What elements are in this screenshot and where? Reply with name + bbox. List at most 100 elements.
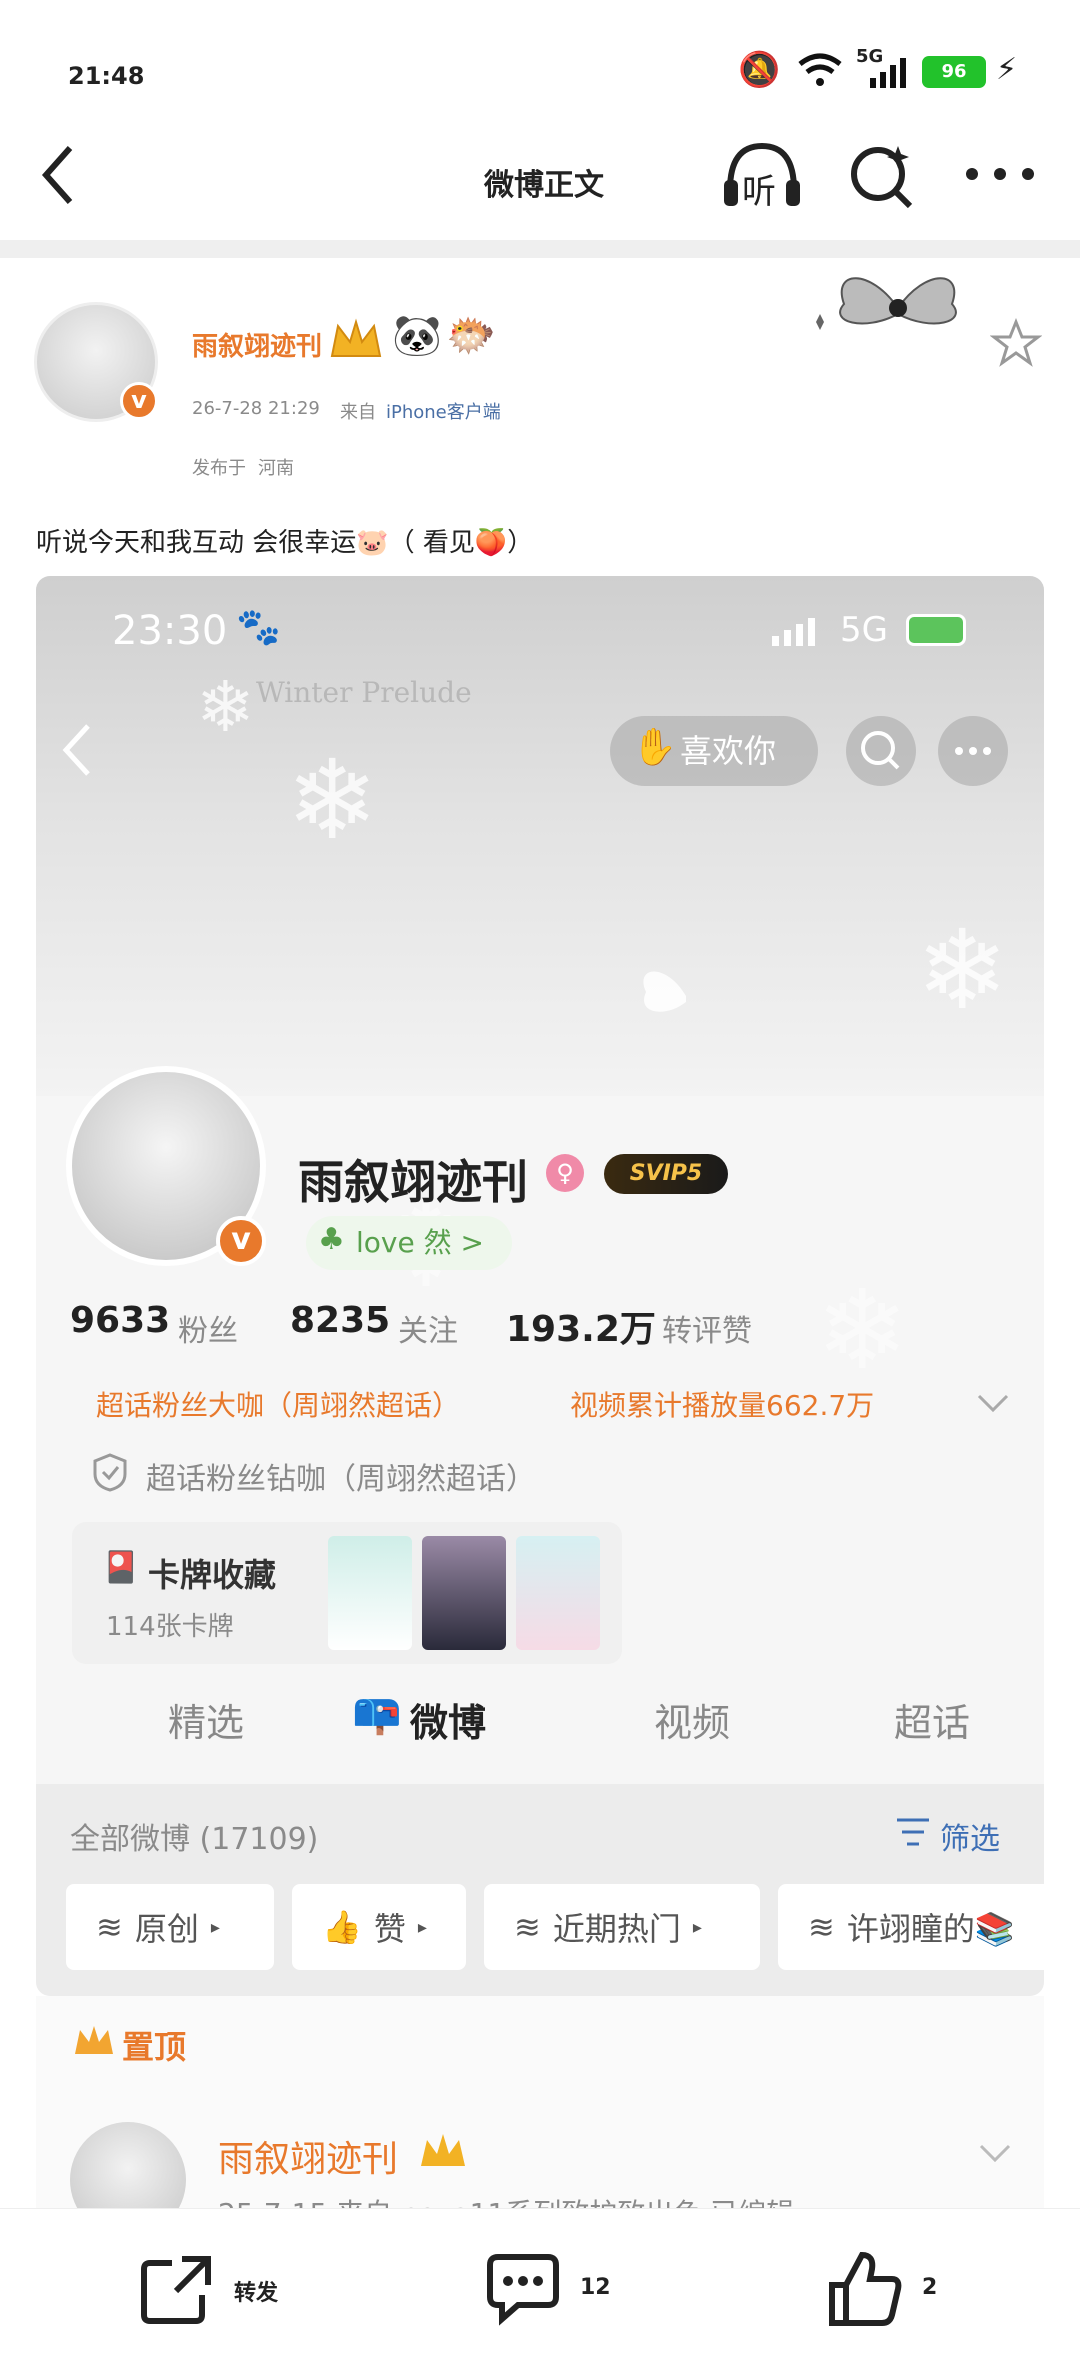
like-count: 2 xyxy=(922,2275,938,2300)
peach-emoji: 🍑 xyxy=(474,528,508,558)
snowflake-icon: ❄ xyxy=(916,906,1009,1034)
chip-original: ≋ 原创 ▸ xyxy=(66,1884,274,1970)
svip-badge: SVIP5 xyxy=(604,1154,728,1194)
like-button[interactable]: 2 xyxy=(826,2249,956,2333)
badge-superfan: 超话粉丝大咖（周翊然超话） xyxy=(96,1389,461,1422)
chip-label: 近期热门 xyxy=(552,1910,681,1948)
likes-count: 193.2万 xyxy=(506,1309,656,1350)
pinned-crown-icon xyxy=(75,2026,113,2054)
post-text-paren: （ 看见 xyxy=(388,528,475,558)
status-bar: 21:48 🔕 5G 96 ⚡ xyxy=(0,0,1080,130)
badge-video-plays: 视频累计播放量662.7万 xyxy=(570,1389,875,1422)
source-prefix: 来自 xyxy=(340,402,376,423)
paw-icon: 🐾 xyxy=(236,607,281,648)
shot-time: 23:30 xyxy=(112,608,228,654)
thumb-icon: 👍 xyxy=(322,1908,362,1946)
card-count: 114张卡牌 xyxy=(106,1612,234,1642)
action-bar: 转发 12 2 xyxy=(0,2208,1080,2372)
follow-count: 8235 xyxy=(290,1300,391,1341)
chip-recent-hot: ≋ 近期热门 ▸ xyxy=(484,1884,760,1970)
chevron-down-icon xyxy=(977,1394,1009,1413)
chevron-right-icon: ▸ xyxy=(692,1916,702,1938)
shot-name: 雨叙翊迹刊 xyxy=(298,1155,528,1209)
hand-icon: ✋ xyxy=(632,727,677,768)
card-thumb xyxy=(422,1536,506,1650)
card-icon: 🎴 xyxy=(102,1550,140,1585)
snowflake-icon: ❄ xyxy=(816,1266,909,1394)
card-thumb xyxy=(328,1536,412,1650)
comment-count: 12 xyxy=(580,2275,611,2300)
chip-likes: 👍 赞 ▸ xyxy=(292,1884,466,1970)
layers-icon: ≋ xyxy=(514,1908,541,1946)
crown-icon xyxy=(421,2134,465,2166)
listen-label: 听 xyxy=(742,172,776,212)
listen-button[interactable]: 听 xyxy=(720,140,804,212)
pig-emoji: 🐷 xyxy=(356,528,389,558)
shield-icon xyxy=(93,1453,127,1492)
chip-label: 许翊瞳的📚 xyxy=(846,1910,1015,1948)
more-icon[interactable] xyxy=(964,166,1036,182)
repost-button[interactable]: 转发 xyxy=(138,2251,298,2331)
location-name: 河南 xyxy=(258,458,294,479)
all-weibo-count: 全部微博 (17109) xyxy=(70,1822,319,1857)
panda-icon: 🐼 xyxy=(392,313,442,359)
butterfly-icon xyxy=(643,971,686,1012)
tab-video: 视频 xyxy=(654,1701,731,1745)
repost-label: 转发 xyxy=(234,2281,279,2306)
source-link[interactable]: iPhone客户端 xyxy=(386,398,501,424)
badge-diamond-fan: 超话粉丝钻咖（周翊然超话） xyxy=(146,1462,536,1497)
card-thumb xyxy=(516,1536,600,1650)
tab-featured: 精选 xyxy=(168,1701,245,1745)
shot-verified-badge: v xyxy=(216,1216,266,1266)
thumbs-up-icon xyxy=(829,2251,902,2326)
chip-user: ≋ 许翊瞳的📚 xyxy=(778,1884,1044,1970)
shot-network: 5G xyxy=(840,610,888,650)
crown-icon xyxy=(330,318,382,357)
fish-icon: 🐡 xyxy=(446,313,496,359)
layers-icon: ≋ xyxy=(808,1908,835,1946)
favorite-star-icon[interactable] xyxy=(990,318,1042,368)
verified-badge: v xyxy=(120,382,158,420)
post-text-main: 听说今天和我互动 会很幸运 xyxy=(36,528,357,558)
snowflake-icon: ❄ xyxy=(196,666,255,748)
clover-icon: ♣ xyxy=(318,1222,345,1257)
pinned-area: 置顶 雨叙翊迹刊 25-7-15 来自 nova11系列致护致出色 已编辑 xyxy=(36,1996,1044,2238)
love-tag-label: love 然 > xyxy=(356,1226,484,1259)
chip-label: 原创 xyxy=(134,1910,199,1948)
comment-button[interactable]: 12 xyxy=(484,2251,624,2331)
battery-indicator: 96 xyxy=(922,56,986,88)
pinned-author: 雨叙翊迹刊 xyxy=(218,2139,399,2180)
post-timestamp: 26-7-28 21:29 xyxy=(192,398,320,419)
butterfly-decoration xyxy=(816,277,957,330)
shot-battery-icon xyxy=(906,614,966,646)
mailbox-icon: 📪 xyxy=(352,1691,402,1737)
post-image[interactable]: ❄ ❄ ❄ ❄ ❄ Winter Prelude 23:30 🐾 5G 喜欢你 … xyxy=(36,576,1044,1996)
mute-icon: 🔕 xyxy=(738,50,781,90)
pinned-label: 置顶 xyxy=(122,2028,187,2066)
profile-cover xyxy=(36,576,1044,1096)
snowflake-icon: ❄ xyxy=(286,736,379,864)
post-text-end: ） xyxy=(507,528,534,558)
search-icon[interactable] xyxy=(848,142,914,212)
back-icon[interactable] xyxy=(38,144,78,206)
shot-back-icon xyxy=(62,724,90,776)
shot-more-button xyxy=(938,716,1008,786)
layers-icon: ≋ xyxy=(96,1908,123,1946)
pinned-meta: 25-7-15 来自 nova11系列致护致出色 已编辑 xyxy=(218,2192,794,2208)
shot-signal-icon xyxy=(772,618,815,646)
chevron-down-icon xyxy=(979,2144,1011,2163)
charging-icon: ⚡ xyxy=(996,52,1018,87)
follow-label: 关注 xyxy=(398,1314,458,1349)
shot-search-icon xyxy=(861,731,900,770)
filter-label: 筛选 xyxy=(940,1822,1000,1857)
fans-count: 9633 xyxy=(70,1300,171,1341)
fans-label: 粉丝 xyxy=(178,1314,238,1349)
card-collection: 🎴 卡牌收藏 114张卡牌 xyxy=(72,1522,622,1664)
author-name[interactable]: 雨叙翊迹刊 xyxy=(192,326,322,363)
post-text: 听说今天和我互动 会很幸运🐷（ 看见🍑） xyxy=(36,522,533,559)
chevron-right-icon: ▸ xyxy=(417,1916,427,1938)
signal-icon xyxy=(870,58,906,88)
tab-supertopic: 超话 xyxy=(894,1701,971,1745)
comment-icon xyxy=(487,2254,559,2326)
shot-search-button xyxy=(846,716,916,786)
